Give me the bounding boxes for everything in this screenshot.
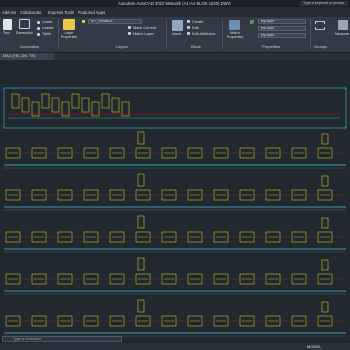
separator (166, 19, 167, 49)
document-tabs: MAZ (YEL GN. TE) (0, 53, 350, 60)
measure-icon[interactable] (338, 20, 348, 30)
dimension-button[interactable]: Dimension (16, 31, 33, 35)
insert-button[interactable]: Insert (172, 32, 181, 36)
edit-icon (187, 26, 190, 29)
tab-add-ins[interactable]: Add-ins (2, 10, 16, 15)
groups-panel-title[interactable]: Groups (314, 44, 327, 49)
riser-symbol (137, 215, 145, 229)
match-properties-icon[interactable] (229, 20, 240, 30)
schematic-frame (3, 87, 347, 129)
separator (310, 19, 311, 49)
equipment-block (41, 93, 50, 109)
riser-symbol (137, 299, 145, 313)
riser-symbol (321, 175, 329, 187)
match-properties-button[interactable]: Match Properties (223, 31, 247, 39)
linear-button[interactable]: Linear (42, 20, 53, 24)
leader-icon (37, 27, 40, 30)
properties-panel-title[interactable]: Properties (262, 44, 280, 49)
match-layer-button[interactable]: Match Layer (133, 32, 154, 36)
tab-featured-apps[interactable]: Featured Apps (78, 10, 105, 15)
text-icon[interactable] (3, 19, 12, 30)
text-button[interactable]: Text (3, 31, 10, 35)
riser-symbol (137, 257, 145, 271)
layer-properties-icon[interactable] (63, 19, 75, 30)
ribbon-tabs: Add-ins Collaborate Express Tools Featur… (0, 7, 350, 17)
make-current-icon (128, 26, 131, 29)
search-input[interactable]: Type a keyword or phrase (300, 1, 348, 6)
equipment-block (11, 93, 20, 109)
edit-attributes-icon (187, 32, 190, 35)
tab-express-tools[interactable]: Express Tools (48, 10, 74, 15)
layer-properties-button[interactable]: Layer Properties (59, 31, 79, 39)
create-icon (187, 20, 190, 23)
riser-symbol (137, 131, 145, 145)
riser-symbol (321, 259, 329, 271)
dimension-icon[interactable] (19, 19, 30, 29)
tab-collaborate[interactable]: Collaborate (20, 10, 41, 15)
color-combo[interactable]: ByLayer (258, 19, 306, 24)
equipment-block (111, 97, 120, 113)
window-title: Autodesk AutoCAD 2022 Mekanik (A1-A2 BLO… (118, 1, 231, 6)
table-button[interactable]: Table (42, 32, 51, 36)
create-button[interactable]: Create (192, 20, 203, 24)
riser-symbol (137, 173, 145, 187)
equipment-block (81, 97, 90, 113)
equipment-block (101, 93, 110, 109)
equipment-block (51, 97, 60, 113)
edit-button[interactable]: Edit (192, 26, 199, 30)
table-icon (37, 33, 40, 36)
match-layer-icon (128, 32, 131, 35)
drawing-canvas[interactable] (0, 60, 350, 340)
riser-symbol (321, 301, 329, 313)
status-bar: MODEL (0, 343, 350, 350)
measure-button[interactable]: Measure (335, 32, 349, 36)
layer-state-icon (82, 20, 85, 23)
riser-symbol (321, 133, 329, 145)
linear-icon (37, 21, 40, 24)
color-icon (250, 20, 254, 24)
annotation-panel-title[interactable]: Annotation (20, 44, 39, 49)
document-tab[interactable]: MAZ (YEL GN. TE) (0, 53, 54, 60)
block-panel-title[interactable]: Block (191, 44, 201, 49)
equipment-block (21, 97, 30, 113)
drawing-viewport[interactable] (0, 60, 350, 340)
insert-icon[interactable] (172, 20, 183, 31)
title-bar: Autodesk AutoCAD 2022 Mekanik (A1-A2 BLO… (0, 0, 350, 7)
riser-symbol (321, 217, 329, 229)
command-input[interactable]: Type a command (2, 336, 122, 342)
linetype-combo[interactable]: ByLayer (258, 26, 306, 31)
lineweight-combo[interactable]: ByLayer (258, 33, 306, 38)
equipment-block (71, 93, 80, 109)
layer-combo[interactable]: MT_SEMBOL (88, 19, 142, 24)
model-tab[interactable]: MODEL (307, 344, 321, 349)
layers-panel-title[interactable]: Layers (116, 44, 128, 49)
leader-button[interactable]: Leader (42, 26, 54, 30)
group-icon[interactable] (315, 21, 325, 30)
ribbon-panel: Text Dimension Linear Leader Table Annot… (0, 17, 350, 53)
edit-attributes-button[interactable]: Edit Attributes (192, 32, 215, 36)
make-current-button[interactable]: Make Current (133, 26, 156, 30)
